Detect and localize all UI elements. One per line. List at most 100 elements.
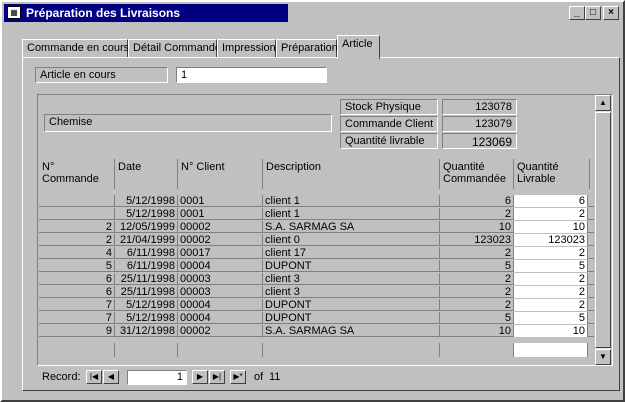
record-total: 11 (269, 371, 281, 383)
cell-commande: 6 (39, 273, 115, 285)
table-row[interactable]: 5/12/1998 0001 client 166 (39, 195, 594, 207)
cell-qte-commandee: 2 (440, 286, 514, 298)
cell-description: client 17 (263, 247, 440, 259)
tab-article[interactable]: Article (337, 35, 380, 59)
cell-description: client 1 (263, 208, 440, 220)
cell-qte-livrable[interactable]: 2 (514, 208, 588, 220)
cell-qte-commandee: 2 (440, 299, 514, 311)
cell-qte-commandee: 5 (440, 312, 514, 324)
cell-date: 21/04/1999 (115, 234, 178, 246)
cell-qte-livrable[interactable]: 2 (514, 299, 588, 311)
tab-preparation[interactable]: Préparation (276, 39, 338, 58)
stock-value: 123078 (442, 99, 517, 115)
column-header-date[interactable]: Date (115, 159, 178, 189)
cell-commande: 5 (39, 260, 115, 272)
next-record-icon[interactable]: ▶ (192, 370, 208, 384)
column-header-client[interactable]: N° Client (178, 159, 263, 189)
tab-detail-commande[interactable]: Détail Commande (128, 39, 221, 58)
cell-qte-livrable[interactable]: 10 (514, 221, 588, 233)
prev-record-icon[interactable]: ◀ (103, 370, 119, 384)
last-record-icon[interactable]: ▶| (209, 370, 225, 384)
cell-date: 5/12/1998 (115, 195, 178, 207)
cell-date: 31/12/1998 (115, 325, 178, 337)
table-row[interactable]: 5 6/11/1998 00004 DUPONT 5 5 (39, 260, 594, 272)
cell-qte-commandee: 2 (440, 208, 514, 220)
scroll-thumb[interactable] (595, 112, 611, 348)
description-field: Chemise (44, 114, 332, 132)
cell-qte-livrable[interactable]: 2 (514, 286, 588, 298)
record-of-label: of (254, 371, 264, 383)
cell-client: 00003 (178, 286, 263, 298)
column-header-qte-commandee[interactable]: Quantité Commandée (440, 159, 514, 189)
cell-qte-livrable[interactable]: 6 (514, 195, 588, 207)
cell-qte-commandee: 10 (440, 325, 514, 337)
cell-date: 6/11/1998 (115, 247, 178, 259)
cell-commande: 4 (39, 247, 115, 259)
cell-commande: 7 (39, 299, 115, 311)
commande-value: 123079 (442, 116, 517, 132)
table-row[interactable]: 5/12/1998 0001 client 122 (39, 208, 594, 220)
cell-commande: 2 (39, 234, 115, 246)
article-input[interactable]: 1 (176, 67, 327, 83)
tab-commande-en-cours[interactable]: Commande en cours (22, 39, 129, 58)
cell-qte-commandee: 6 (440, 195, 514, 207)
minimize-button[interactable]: _ (569, 6, 585, 20)
cell-qte-livrable[interactable]: 10 (514, 325, 588, 337)
record-number-input[interactable]: 1 (127, 370, 187, 385)
table-row[interactable]: 2 21/04/1999 00002 client 0 123023 123023 (39, 234, 594, 246)
cell-date: 25/11/1998 (115, 273, 178, 285)
cell-description: S.A. SARMAG SA (263, 221, 440, 233)
livrable-value: 123069 (442, 133, 517, 149)
cell-description: client 3 (263, 273, 440, 285)
scroll-up-arrow-icon[interactable]: ▲ (595, 95, 611, 111)
cell-client: 00002 (178, 221, 263, 233)
new-record-icon[interactable]: ▶* (230, 370, 246, 384)
cell-description: S.A. SARMAG SA (263, 325, 440, 337)
cell-commande: 7 (39, 312, 115, 324)
table-row[interactable]: 7 5/12/1998 00004 DUPONT 5 5 (39, 312, 594, 324)
cell-description: DUPONT (263, 260, 440, 272)
tab-impression[interactable]: Impression (217, 39, 276, 58)
title-bar[interactable]: ▦ Préparation des Livraisons _ □ × (4, 4, 621, 22)
table-row[interactable]: 9 31/12/1998 00002 S.A. SARMAG SA 10 10 (39, 325, 594, 337)
column-header-description[interactable]: Description (263, 159, 440, 189)
cell-description: client 3 (263, 286, 440, 298)
cell-qte-commandee: 10 (440, 221, 514, 233)
cell-client: 00002 (178, 234, 263, 246)
cell-description: client 0 (263, 234, 440, 246)
cell-client: 00004 (178, 260, 263, 272)
cell-client: 00002 (178, 325, 263, 337)
article-label: Article en cours (35, 67, 168, 83)
cell-commande: 6 (39, 286, 115, 298)
maximize-button[interactable]: □ (585, 6, 601, 20)
cell-qte-livrable[interactable]: 5 (514, 312, 588, 324)
table-row[interactable]: 4 6/11/1998 00017 client 17 2 2 (39, 247, 594, 259)
close-button[interactable]: × (603, 6, 619, 20)
table-row[interactable]: 6 25/11/1998 00003 client 322 (39, 286, 594, 298)
cell-date: 12/05/1999 (115, 221, 178, 233)
cell-date: 5/12/1998 (115, 299, 178, 311)
scroll-down-arrow-icon[interactable]: ▼ (595, 349, 611, 365)
table-row[interactable]: 2 12/05/1999 00002 S.A. SARMAG SA 10 10 (39, 221, 594, 233)
window-title: Préparation des Livraisons (26, 6, 181, 20)
cell-commande (39, 195, 115, 207)
cell-date: 5/12/1998 (115, 312, 178, 324)
cell-qte-livrable[interactable]: 2 (514, 273, 588, 285)
cell-qte-livrable[interactable]: 5 (514, 260, 588, 272)
application-window: ▦ Préparation des Livraisons _ □ × Comma… (0, 0, 625, 402)
cell-qte-livrable[interactable]: 123023 (514, 234, 588, 246)
column-header-qte-livrable[interactable]: Quantité Livrable (514, 159, 590, 189)
new-record-row[interactable] (39, 343, 594, 367)
cell-qte-livrable[interactable]: 2 (514, 247, 588, 259)
column-header-commande[interactable]: N° Commande (39, 159, 115, 189)
commande-label: Commande Client (340, 116, 438, 132)
cell-client: 00017 (178, 247, 263, 259)
first-record-icon[interactable]: |◀ (86, 370, 102, 384)
cell-date: 6/11/1998 (115, 260, 178, 272)
table-row[interactable]: 6 25/11/1998 00003 client 322 (39, 273, 594, 285)
cell-qte-commandee: 5 (440, 260, 514, 272)
cell-client: 0001 (178, 195, 263, 207)
table-row[interactable]: 7 5/12/1998 00004 DUPONT 2 2 (39, 299, 594, 311)
cell-client: 00003 (178, 273, 263, 285)
cell-client: 00004 (178, 299, 263, 311)
